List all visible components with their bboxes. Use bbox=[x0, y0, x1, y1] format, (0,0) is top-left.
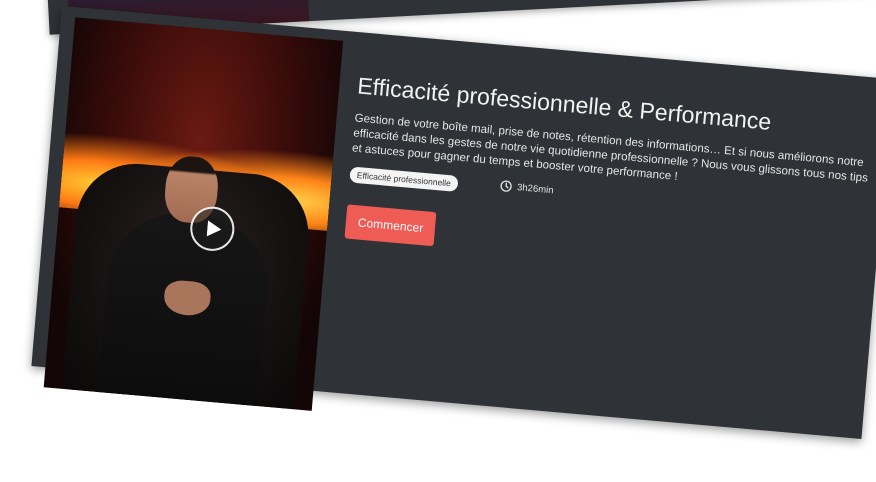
duration-label: 3h26min bbox=[516, 181, 555, 196]
stage: Efficacité professionnelle & Performance… bbox=[0, 0, 876, 482]
start-button[interactable]: Commencer bbox=[344, 204, 437, 247]
course-card[interactable]: Efficacité professionnelle & Performance… bbox=[31, 6, 876, 440]
category-tag[interactable]: Efficacité professionnelle bbox=[349, 166, 459, 192]
play-icon bbox=[206, 220, 221, 237]
clock-icon bbox=[500, 180, 512, 192]
course-duration: 3h26min bbox=[500, 180, 554, 197]
course-thumbnail[interactable] bbox=[43, 17, 344, 411]
course-content: Efficacité professionnelle & Performance… bbox=[344, 72, 876, 284]
